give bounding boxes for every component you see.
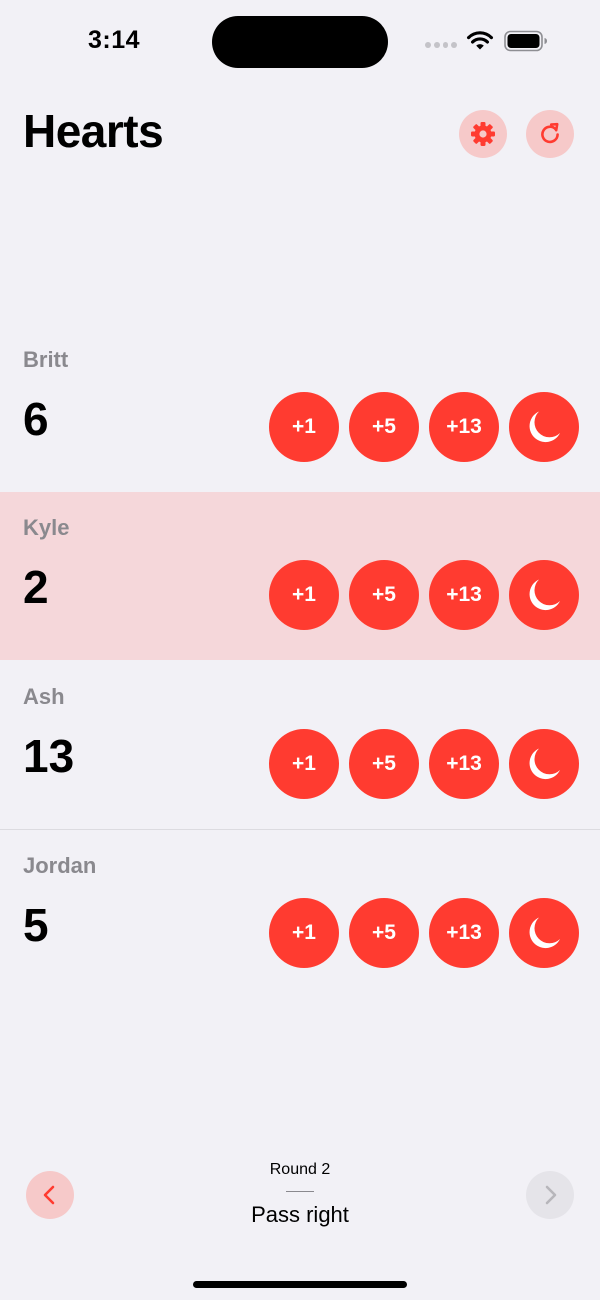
status-time: 3:14 bbox=[88, 26, 141, 54]
player-name: Kyle bbox=[23, 515, 70, 540]
player-row-jordan[interactable]: Jordan 5 +1 +5 +13 bbox=[0, 830, 600, 998]
pass-direction-label: Pass right bbox=[251, 1202, 349, 1227]
player-score: 5 bbox=[23, 899, 49, 951]
add-5-button[interactable]: +5 bbox=[349, 898, 419, 968]
add-1-button[interactable]: +1 bbox=[269, 392, 339, 462]
player-row-ash[interactable]: Ash 13 +1 +5 +13 bbox=[0, 661, 600, 829]
page-title: Hearts bbox=[23, 105, 164, 157]
player-row-britt[interactable]: Britt 6 +1 +5 +13 bbox=[0, 324, 600, 492]
status-bar: 3:14 bbox=[0, 0, 600, 80]
add-5-button[interactable]: +5 bbox=[349, 560, 419, 630]
add-13-button[interactable]: +13 bbox=[429, 898, 499, 968]
add-1-button[interactable]: +1 bbox=[269, 898, 339, 968]
gear-icon bbox=[471, 122, 495, 146]
refresh-icon bbox=[541, 122, 559, 144]
player-score: 13 bbox=[23, 730, 75, 782]
wifi-icon bbox=[467, 31, 493, 50]
settings-button[interactable] bbox=[459, 110, 507, 158]
add-13-button[interactable]: +13 bbox=[429, 729, 499, 799]
player-name: Jordan bbox=[23, 853, 97, 878]
add-5-button[interactable]: +5 bbox=[349, 392, 419, 462]
dynamic-island bbox=[212, 16, 388, 68]
score-button-group: +1 +5 +13 bbox=[269, 392, 579, 462]
home-indicator[interactable] bbox=[193, 1281, 407, 1288]
add-1-button[interactable]: +1 bbox=[269, 729, 339, 799]
shoot-moon-button[interactable] bbox=[509, 898, 579, 968]
moon-icon bbox=[529, 748, 560, 780]
moon-icon bbox=[529, 917, 560, 949]
player-score: 2 bbox=[23, 561, 49, 613]
score-button-group: +1 +5 +13 bbox=[269, 729, 579, 799]
shoot-moon-button[interactable] bbox=[509, 392, 579, 462]
next-round-button[interactable] bbox=[526, 1171, 574, 1219]
chevron-right-icon bbox=[545, 1185, 557, 1205]
round-label: Round 2 bbox=[269, 1161, 331, 1178]
add-5-button[interactable]: +5 bbox=[349, 729, 419, 799]
add-1-button[interactable]: +1 bbox=[269, 560, 339, 630]
player-name: Britt bbox=[23, 347, 69, 372]
battery-icon bbox=[504, 30, 547, 52]
round-separator bbox=[286, 1191, 314, 1192]
moon-icon bbox=[529, 579, 560, 611]
reset-button[interactable] bbox=[526, 110, 574, 158]
moon-icon bbox=[529, 411, 560, 443]
shoot-moon-button[interactable] bbox=[509, 729, 579, 799]
add-13-button[interactable]: +13 bbox=[429, 560, 499, 630]
player-name: Ash bbox=[23, 684, 65, 709]
signal-icon bbox=[425, 42, 457, 48]
player-row-kyle[interactable]: Kyle 2 +1 +5 +13 bbox=[0, 492, 600, 660]
player-score: 6 bbox=[23, 393, 49, 445]
score-button-group: +1 +5 +13 bbox=[269, 898, 579, 968]
shoot-moon-button[interactable] bbox=[509, 560, 579, 630]
score-button-group: +1 +5 +13 bbox=[269, 560, 579, 630]
add-13-button[interactable]: +13 bbox=[429, 392, 499, 462]
